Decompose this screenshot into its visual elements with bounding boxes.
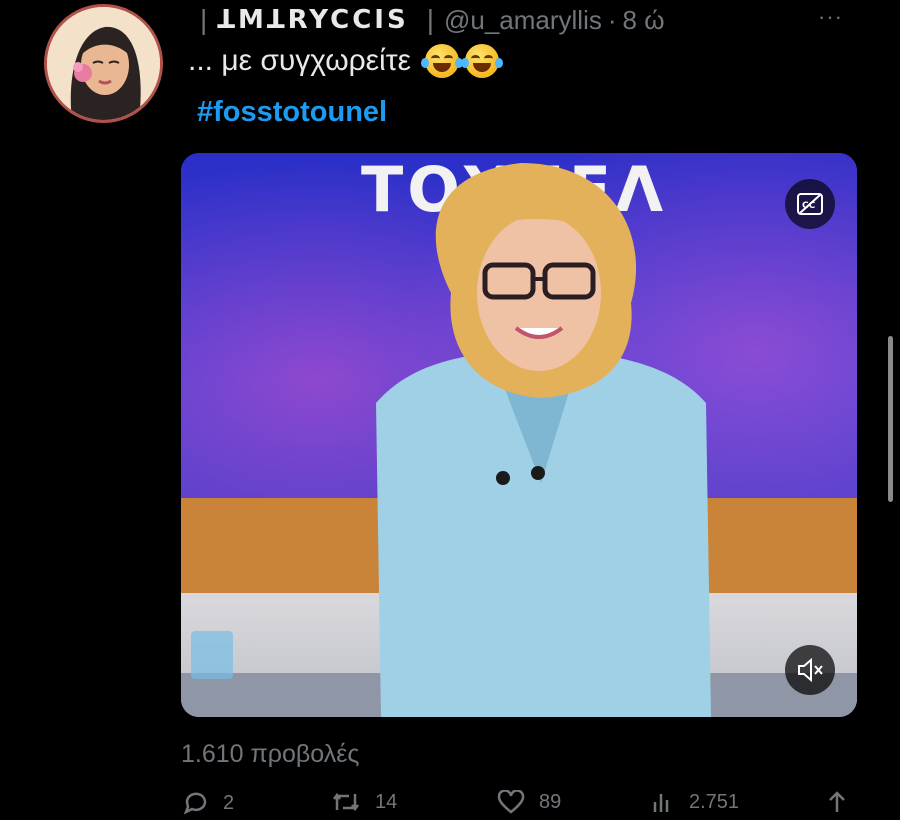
view-count: 1.610 προβολές [181,740,360,768]
video-player[interactable]: ΤΟΥΝΕΛ CC [181,153,857,717]
presenter-figure [376,163,711,717]
analytics-count: 2.751 [689,790,740,813]
tweet-text-content: ... με συγχωρείτε [188,44,411,77]
scrollbar[interactable] [888,336,893,502]
share-icon [829,791,845,812]
like-button[interactable]: 89 [497,790,561,814]
muted-speaker-icon [798,658,823,682]
display-name[interactable]: ꓕMꓕRYCCIS [217,5,408,35]
reply-button[interactable]: 2 [183,790,234,816]
analytics-icon [653,794,669,812]
retweet-icon [333,792,359,812]
handle[interactable]: @u_amaryllis [444,5,602,36]
analytics-button[interactable]: 2.751 [651,790,739,814]
timestamp[interactable]: 8 ώ [623,5,665,36]
mute-button[interactable] [785,645,835,695]
separator-bar: | [426,4,434,35]
hashtag-link[interactable]: #fosstotounel [197,96,387,129]
separator-dot: · [607,4,617,35]
retweet-count: 14 [375,790,398,813]
heart-icon [497,790,525,814]
like-count: 89 [539,790,562,813]
reply-count: 2 [223,791,235,814]
more-options-button[interactable]: ··· [818,4,843,30]
reply-icon [183,792,207,815]
tears-of-joy-emoji-icon [460,44,503,78]
tweet-header: | ꓕMꓕRYCCIS | @u_amaryllis · 8 ώ [192,2,665,38]
avatar[interactable] [44,4,163,123]
avatar-illustration [47,7,160,120]
captions-icon: CC [797,193,823,215]
captions-button[interactable]: CC [785,179,835,229]
tweet-text: ... με συγχωρείτε [188,44,503,78]
retweet-button[interactable]: 14 [331,790,397,814]
separator-bar: | [200,4,208,35]
share-button[interactable] [826,790,848,814]
tears-of-joy-emoji-icon [420,44,463,78]
tweet-actions: 2 14 89 2.751 [181,790,861,820]
